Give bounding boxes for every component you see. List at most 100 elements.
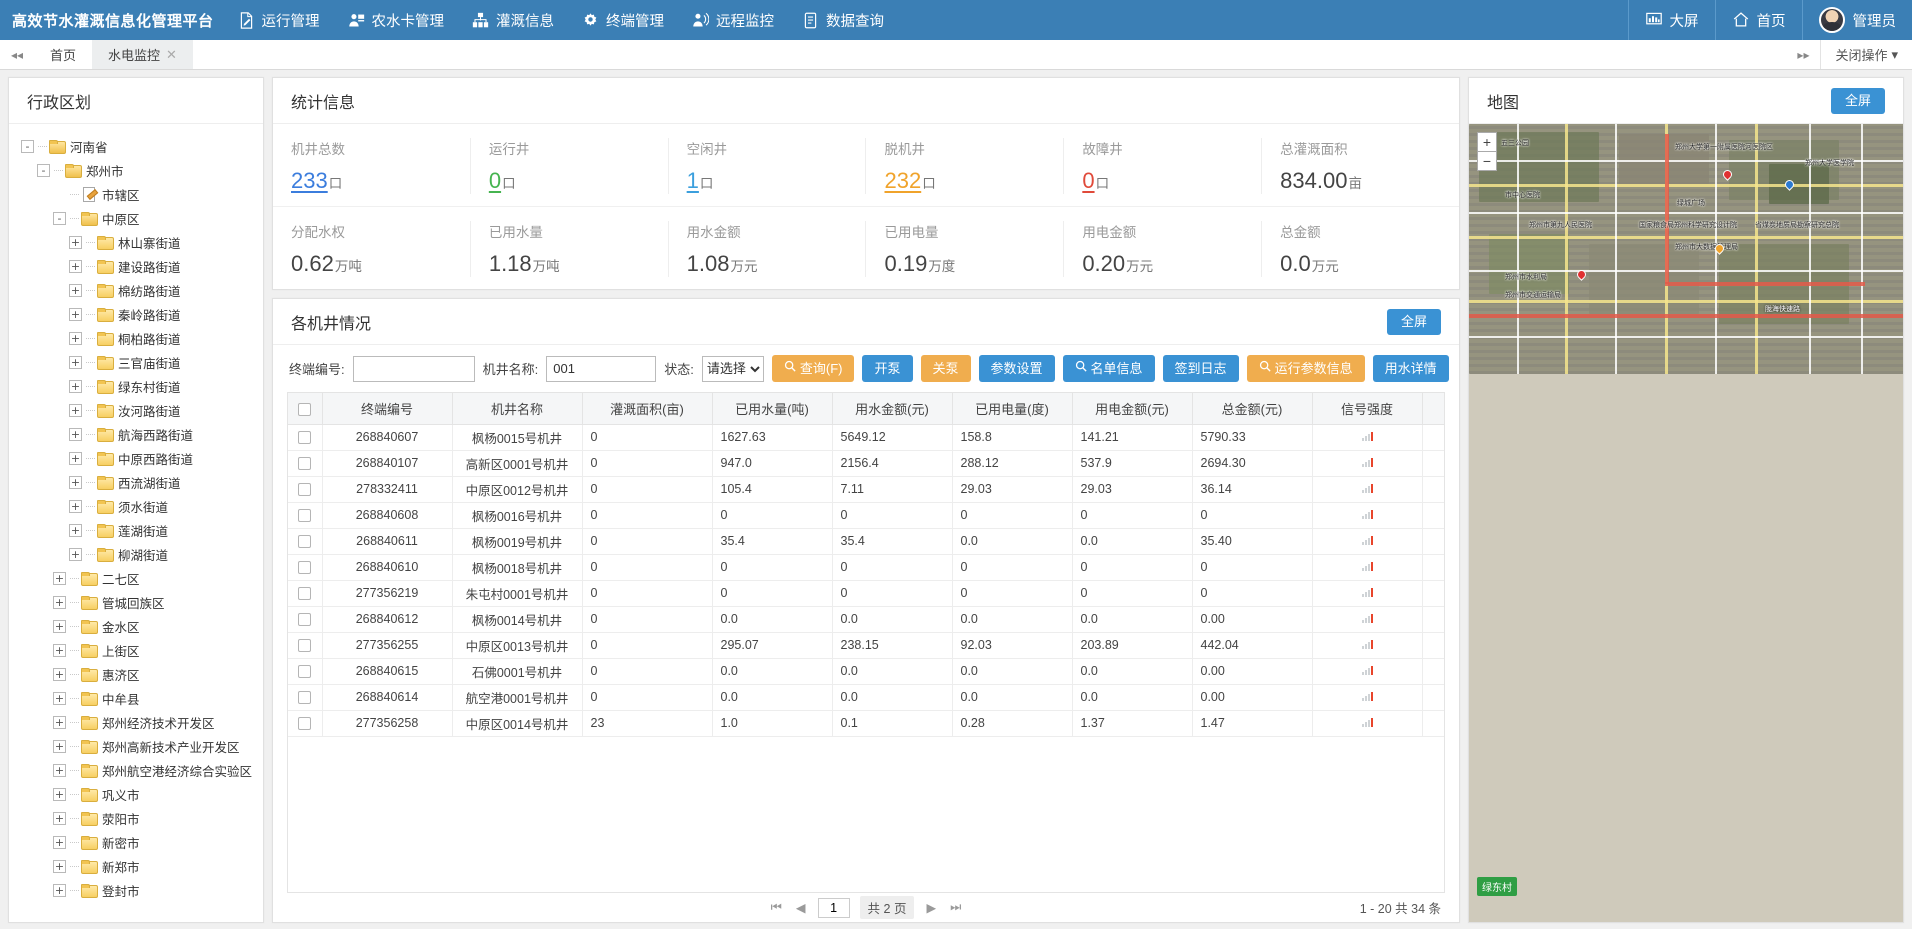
tree-node[interactable]: + 上街区 — [21, 638, 263, 662]
nav-item-shujuchaxun[interactable]: 数据查询 — [788, 0, 898, 40]
tree-expand-icon[interactable]: + — [53, 739, 66, 753]
tree-expand-icon[interactable]: + — [69, 403, 82, 417]
map-fullscreen-button[interactable]: 全屏 — [1830, 87, 1885, 114]
tree-node[interactable]: + 中原西路街道 — [21, 446, 263, 470]
table-row[interactable]: 268840608枫杨0016号机井000000脱机 — [288, 502, 1444, 529]
row-checkbox[interactable] — [298, 665, 312, 679]
tree-node[interactable]: + 桐柏路街道 — [21, 326, 263, 350]
table-row[interactable]: 277356255 中原区0013号机井 0 295.07 238.15 92.03 203… — [288, 632, 1444, 659]
pager-last-button[interactable]: ⏭ — [948, 900, 963, 915]
wells-table-container[interactable]: 终端编号 机井名称 灌溉面积(亩) 已用水量(吨) 用水金额(元) 已用电量(度) 用电金额… — [287, 392, 1445, 892]
pager-page-input[interactable] — [817, 897, 850, 918]
tree-expand-icon[interactable]: + — [69, 355, 82, 369]
tree-node[interactable]: 市辖区 — [21, 182, 263, 206]
tree-node[interactable]: + 中牟县 — [21, 686, 263, 710]
table-row[interactable]: 268840610枫杨0018号机井000000脱机 — [288, 554, 1444, 581]
tree-expand-icon[interactable]: + — [69, 427, 82, 441]
row-checkbox[interactable] — [298, 639, 312, 653]
tree-expand-icon[interactable]: + — [69, 499, 82, 513]
tree-expand-icon[interactable]: + — [53, 595, 66, 609]
toolbar-button-4[interactable]: 名单信息 — [1062, 355, 1155, 382]
pager-prev-button[interactable]: ◀ — [794, 900, 808, 915]
tree-expand-icon[interactable]: + — [53, 715, 66, 729]
tree-expand-icon[interactable]: + — [69, 235, 82, 249]
map-zoom-out-button[interactable]: − — [1477, 151, 1497, 171]
tree-expand-icon[interactable]: + — [53, 763, 66, 777]
table-row[interactable]: 277356258中原区0014号机井231.00.10.281.371.47 脱… — [288, 710, 1444, 737]
tree-expand-icon[interactable]: + — [53, 859, 66, 873]
tree-node[interactable]: + 管城回族区 — [21, 590, 263, 614]
tree-node[interactable]: + 柳湖街道 — [21, 542, 263, 566]
row-checkbox[interactable] — [298, 457, 312, 471]
tree-expand-icon[interactable]: + — [69, 307, 82, 321]
row-checkbox[interactable] — [298, 561, 312, 575]
tree-node[interactable]: + 巩义市 — [21, 782, 263, 806]
tree-node[interactable]: + 郑州航空港经济综合实验区 — [21, 758, 263, 782]
tree-node[interactable]: + 须水街道 — [21, 494, 263, 518]
row-checkbox[interactable] — [298, 587, 312, 601]
table-row[interactable]: 268840615石佛0001号机井00.00.00.00.00.00脱机 — [288, 658, 1444, 685]
tree-expand-icon[interactable]: + — [69, 475, 82, 489]
select-all-checkbox[interactable] — [298, 402, 312, 416]
tree-expand-icon[interactable]: + — [69, 379, 82, 393]
tree-node[interactable]: + 二七区 — [21, 566, 263, 590]
tree-expand-icon[interactable]: + — [69, 451, 82, 465]
tree-expand-icon[interactable]: + — [69, 547, 82, 561]
tab-home[interactable]: 首页 — [34, 40, 92, 69]
tree-node[interactable]: + 荥阳市 — [21, 806, 263, 830]
tree-node[interactable]: + 莲湖街道 — [21, 518, 263, 542]
table-row[interactable]: 277356219朱屯村0001号机井000000脱机 — [288, 580, 1444, 607]
tree-expand-icon[interactable]: + — [53, 883, 66, 897]
tree-node[interactable]: - 中原区 — [21, 206, 263, 230]
tree-node[interactable]: + 航海西路街道 — [21, 422, 263, 446]
tree-node[interactable]: + 西流湖街道 — [21, 470, 263, 494]
tree-expand-icon[interactable]: + — [53, 811, 66, 825]
tree-node[interactable]: + 惠济区 — [21, 662, 263, 686]
toolbar-button-6[interactable]: 运行参数信息 — [1246, 355, 1365, 382]
row-checkbox[interactable] — [298, 483, 312, 497]
tree-node[interactable]: + 郑州高新技术产业开发区 — [21, 734, 263, 758]
tree-node[interactable]: + 新密市 — [21, 830, 263, 854]
pager-first-button[interactable]: ⏮ — [769, 900, 784, 915]
tab-shuidianjiankong[interactable]: 水电监控 ✕ — [92, 40, 193, 69]
table-row[interactable]: 268840107 高新区0001号机井 0 947.0 2156.4 288.12 537… — [288, 450, 1444, 477]
tree-collapse-icon[interactable]: - — [37, 163, 50, 177]
tree-node[interactable]: - 郑州市 — [21, 158, 263, 182]
status-select[interactable]: 请选择运行空闲脱机故障 — [701, 355, 764, 382]
nav-item-nongshuikaguanli[interactable]: 农水卡管理 — [334, 0, 459, 40]
bigscreen-button[interactable]: 大屏 — [1627, 0, 1715, 40]
toolbar-button-5[interactable]: 签到日志 — [1162, 355, 1239, 382]
tree-expand-icon[interactable]: + — [53, 835, 66, 849]
double-chevron-left-icon[interactable]: ◂◂ — [0, 40, 34, 69]
row-checkbox[interactable] — [298, 431, 312, 445]
map-viewport[interactable]: 五三公园 郑州大学第一附属医院河医院区 郑州大学医学院 市中心医院 郑州市第九人… — [1469, 124, 1903, 922]
tree-node[interactable]: + 汝河路街道 — [21, 398, 263, 422]
row-checkbox[interactable] — [298, 509, 312, 523]
double-chevron-right-icon[interactable]: ▸▸ — [1786, 40, 1820, 69]
toolbar-button-3[interactable]: 参数设置 — [978, 355, 1055, 382]
table-row[interactable]: 268840611枫杨0019号机井035.435.40.00.035.40脱机 — [288, 528, 1444, 555]
row-checkbox[interactable] — [298, 613, 312, 627]
row-checkbox[interactable] — [298, 691, 312, 705]
tree-node[interactable]: + 新郑市 — [21, 854, 263, 878]
close-icon[interactable]: ✕ — [166, 47, 177, 63]
row-checkbox[interactable] — [298, 717, 312, 731]
tree-expand-icon[interactable]: + — [53, 643, 66, 657]
toolbar-button-2[interactable]: 关泵 — [920, 355, 971, 382]
tree-node[interactable]: - 河南省 — [21, 134, 263, 158]
toolbar-button-0[interactable]: 查询(F) — [771, 355, 855, 382]
terminal-number-input[interactable] — [352, 355, 475, 382]
tree-collapse-icon[interactable]: - — [53, 211, 66, 225]
nav-item-yunxingguanli[interactable]: 运行管理 — [224, 0, 334, 40]
tree-expand-icon[interactable]: + — [69, 259, 82, 273]
tree-node[interactable]: + 林山寨街道 — [21, 230, 263, 254]
table-row[interactable]: 268840612枫杨0014号机井00.00.00.00.00.00脱机 — [288, 606, 1444, 633]
toolbar-button-7[interactable]: 用水详情 — [1372, 355, 1449, 382]
tree-expand-icon[interactable]: + — [69, 523, 82, 537]
tree-node[interactable]: + 棉纺路街道 — [21, 278, 263, 302]
table-row[interactable]: 278332411 中原区0012号机井 0 105.4 7.11 29.03 29.03 3… — [288, 476, 1444, 503]
tree-expand-icon[interactable]: + — [53, 787, 66, 801]
wells-fullscreen-button[interactable]: 全屏 — [1386, 308, 1441, 335]
tree-node[interactable]: + 郑州经济技术开发区 — [21, 710, 263, 734]
tree-node[interactable]: + 三官庙街道 — [21, 350, 263, 374]
